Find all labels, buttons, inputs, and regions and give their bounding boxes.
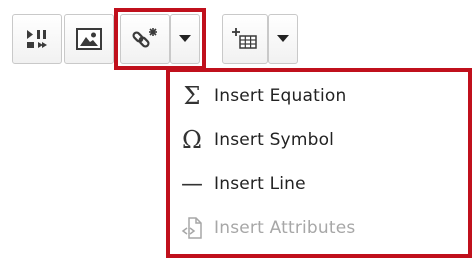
menu-item-insert-symbol[interactable]: Ω Insert Symbol — [170, 118, 468, 162]
insert-dropdown-menu: Σ Insert Equation Ω Insert Symbol — Inse… — [166, 68, 472, 258]
insert-media-button[interactable] — [12, 14, 62, 64]
omega-icon: Ω — [182, 126, 202, 154]
insert-table-button[interactable] — [222, 14, 268, 64]
sigma-icon: Σ — [183, 82, 201, 110]
insert-image-button[interactable] — [64, 14, 114, 64]
menu-item-label: Insert Equation — [214, 86, 347, 106]
menu-item-label: Insert Attributes — [214, 218, 356, 238]
table-insert-icon — [231, 26, 259, 52]
table-dropdown-button[interactable] — [268, 14, 298, 64]
link-icon — [130, 26, 160, 52]
menu-item-insert-line[interactable]: — Insert Line — [170, 162, 468, 206]
image-icon — [76, 28, 102, 50]
menu-item-label: Insert Line — [214, 174, 306, 194]
link-dropdown-button[interactable] — [170, 14, 200, 64]
media-play-pause-icon — [24, 27, 50, 51]
chevron-down-icon — [277, 35, 289, 43]
insert-link-button[interactable] — [120, 14, 170, 64]
menu-item-insert-equation[interactable]: Σ Insert Equation — [170, 74, 468, 118]
menu-item-insert-attributes: Insert Attributes — [170, 206, 468, 250]
attributes-icon — [170, 216, 214, 240]
chevron-down-icon — [179, 35, 191, 43]
horizontal-line-icon: — — [181, 171, 203, 197]
menu-item-label: Insert Symbol — [214, 130, 335, 150]
